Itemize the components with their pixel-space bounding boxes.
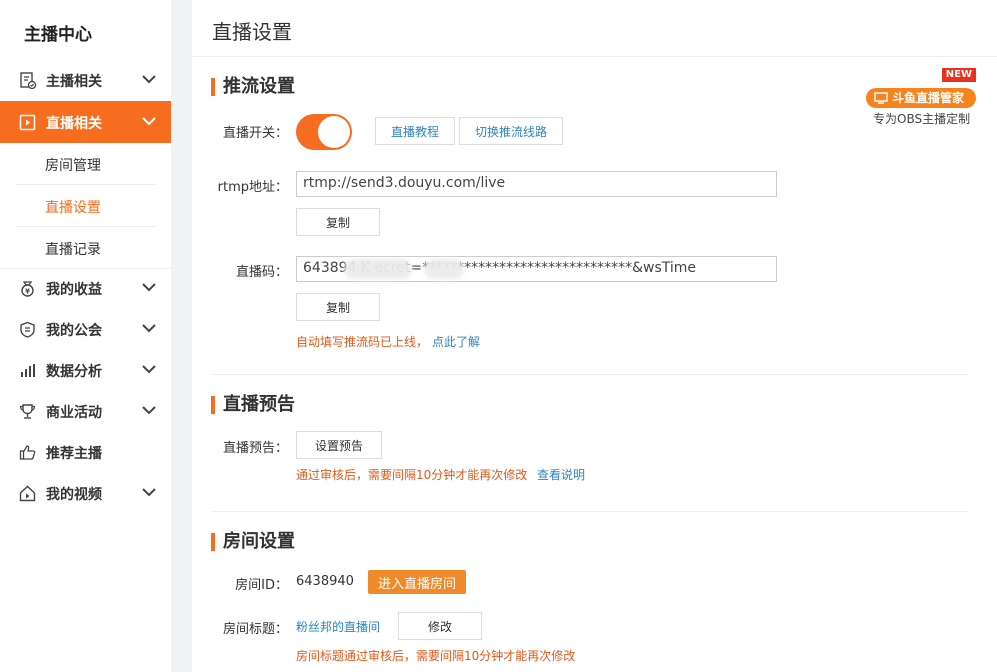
document-check-icon — [20, 72, 36, 89]
sidebar-item-income[interactable]: ¥ 我的收益 — [0, 268, 171, 308]
chevron-down-icon — [142, 365, 156, 374]
switch-label: 直播开关： — [222, 126, 288, 141]
promo-button[interactable]: 斗鱼直播管家 — [866, 88, 976, 108]
sidebar-subitem-live-settings[interactable]: 直播设置 — [0, 185, 171, 227]
svg-text:¥: ¥ — [25, 288, 30, 296]
stream-code-label: 直播码： — [235, 265, 288, 280]
set-preview-button[interactable]: 设置预告 — [296, 431, 382, 459]
room-id-label: 房间ID： — [235, 578, 288, 593]
shield-icon — [20, 321, 35, 338]
chevron-down-icon — [142, 283, 156, 292]
sidebar-item-analytics[interactable]: 数据分析 — [0, 350, 171, 390]
sidebar-item-business[interactable]: 商业活动 — [0, 391, 171, 431]
preview-note: 通过审核后，需要间隔10分钟才能再次修改 — [296, 468, 528, 482]
money-bag-icon: ¥ — [21, 281, 34, 297]
chevron-down-icon — [142, 117, 156, 126]
divider — [211, 374, 967, 375]
live-screen-icon — [19, 114, 36, 131]
sidebar-item-live[interactable]: 直播相关 — [0, 101, 171, 143]
sidebar-item-label: 数据分析 — [46, 364, 102, 380]
chevron-down-icon — [142, 324, 156, 333]
room-title-label: 房间标题： — [222, 622, 288, 637]
enter-room-button[interactable]: 进入直播房间 — [368, 570, 466, 594]
chevron-down-icon — [142, 488, 156, 497]
sidebar-subitem-label: 直播记录 — [45, 242, 101, 258]
sidebar-title: 主播中心 — [24, 25, 92, 45]
sidebar-item-label: 直播相关 — [46, 116, 102, 132]
room-id-value: 6438940 — [296, 574, 354, 589]
edit-title-button[interactable]: 修改 — [398, 612, 482, 640]
sidebar-item-label: 我的公会 — [46, 323, 102, 339]
sidebar-item-guild[interactable]: 我的公会 — [0, 309, 171, 349]
redaction-blur — [344, 259, 412, 279]
preview-help-link[interactable]: 查看说明 — [537, 466, 585, 483]
sidebar-item-label: 我的收益 — [46, 282, 102, 298]
thumbs-up-icon — [19, 445, 36, 460]
sidebar-subitem-label: 直播设置 — [45, 200, 101, 216]
rtmp-label: rtmp地址： — [217, 180, 288, 195]
bar-chart-icon — [21, 364, 35, 377]
autofill-note: 自动填写推流码已上线， — [296, 335, 429, 349]
sidebar-item-label: 商业活动 — [46, 405, 102, 421]
promo-label: 斗鱼直播管家 — [892, 91, 965, 105]
section-room-heading: 房间设置 — [211, 531, 295, 553]
home-play-icon — [19, 485, 36, 502]
section-stream-heading: 推流设置 — [211, 76, 295, 98]
sidebar-item-videos[interactable]: 我的视频 — [0, 473, 171, 513]
sidebar-subitem-label: 房间管理 — [45, 158, 101, 174]
switch-route-button[interactable]: 切换推流线路 — [459, 117, 563, 145]
trophy-icon — [19, 404, 36, 419]
preview-label: 直播预告： — [222, 441, 288, 456]
live-switch-toggle[interactable] — [296, 114, 352, 150]
redaction-blur — [424, 259, 464, 279]
promo-subtitle: 专为OBS主播定制 — [873, 112, 971, 126]
monitor-icon — [874, 92, 888, 104]
rtmp-address-field[interactable]: rtmp://send3.douyu.com/live — [296, 171, 777, 197]
copy-rtmp-button[interactable]: 复制 — [296, 208, 380, 236]
chevron-down-icon — [142, 406, 156, 415]
sidebar-subitem-live-records[interactable]: 直播记录 — [0, 227, 171, 269]
toggle-knob — [318, 116, 350, 148]
new-badge: NEW — [941, 68, 976, 82]
page-title: 直播设置 — [212, 20, 292, 44]
sidebar-item-label: 主播相关 — [46, 74, 102, 90]
divider — [192, 56, 997, 57]
sidebar-item-anchor[interactable]: 主播相关 — [0, 60, 171, 100]
chevron-down-icon — [142, 75, 156, 84]
sidebar: 主播中心 主播相关 直播相关 房间管理 直播设置 直播记录 ¥ 我的收益 我的公… — [0, 0, 171, 672]
sidebar-item-label: 推荐主播 — [46, 446, 102, 462]
promo-douyu-manager[interactable]: NEW 斗鱼直播管家 专为OBS主播定制 — [866, 68, 978, 126]
sidebar-item-recommend[interactable]: 推荐主播 — [0, 432, 171, 472]
divider — [211, 511, 967, 512]
sidebar-subitem-room-manage[interactable]: 房间管理 — [0, 143, 171, 185]
section-preview-heading: 直播预告 — [211, 394, 295, 416]
main-panel: 直播设置 NEW 斗鱼直播管家 专为OBS主播定制 推流设置 直播开关： 直播教… — [192, 0, 997, 672]
sidebar-item-label: 我的视频 — [46, 487, 102, 503]
copy-code-button[interactable]: 复制 — [296, 293, 380, 321]
live-tutorial-button[interactable]: 直播教程 — [375, 117, 455, 145]
autofill-learn-link[interactable]: 点此了解 — [432, 333, 480, 350]
room-title-note: 房间标题通过审核后，需要间隔10分钟才能再次修改 — [296, 649, 576, 663]
room-title-value[interactable]: 粉丝邦的直播间 — [296, 618, 380, 635]
